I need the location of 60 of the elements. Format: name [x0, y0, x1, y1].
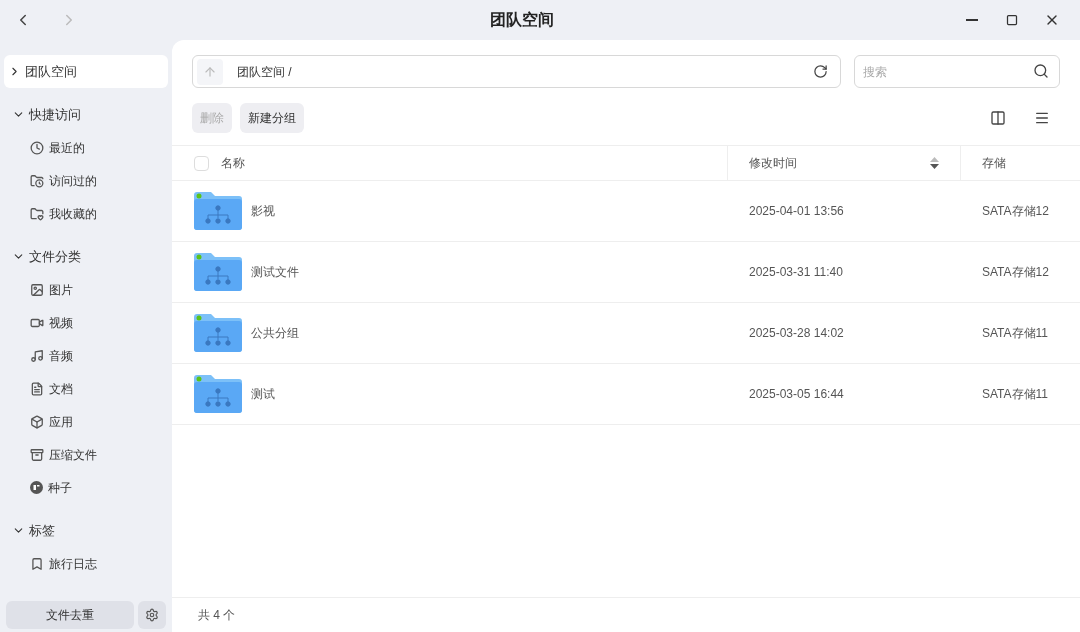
sort-icon[interactable] [930, 157, 939, 169]
storage-name: SATA存储11 [982, 386, 1049, 403]
column-header[interactable]: 存储 [982, 154, 1059, 172]
tag-icon [30, 556, 44, 571]
sidebar-item[interactable]: 我收藏的 [4, 197, 168, 230]
folder-name: 公共分组 [251, 325, 299, 342]
maximize-icon [1006, 14, 1018, 26]
dedupe-button[interactable]: 文件去重 [6, 601, 134, 629]
sidebar-item[interactable]: 团队空间 [4, 55, 168, 88]
sidebar-item[interactable]: 旅行日志 [4, 547, 168, 580]
table-row[interactable]: 公共分组 2025-03-28 14:02 SATA存储11 [172, 303, 1080, 364]
list-view-icon[interactable] [1034, 110, 1050, 126]
visited-icon [30, 173, 44, 188]
path-text: 团队空间 / [237, 63, 293, 81]
table-row[interactable]: 测试文件 2025-03-31 11:40 SATA存储12 [172, 242, 1080, 303]
sidebar-section-header[interactable]: 快捷访问 [4, 98, 168, 131]
column-header[interactable]: 修改时间 [749, 154, 930, 172]
sidebar-item[interactable]: 应用 [4, 405, 168, 438]
item-count: 共 4 个 [198, 607, 236, 624]
toolbar-button[interactable]: 新建分组 [240, 103, 304, 133]
select-all-checkbox[interactable] [194, 155, 209, 171]
folder-name: 测试 [251, 386, 275, 403]
column-view-icon[interactable] [990, 110, 1006, 126]
settings-icon [145, 608, 159, 622]
modified-time: 2025-03-05 16:44 [749, 386, 844, 403]
image-icon [30, 282, 44, 297]
archive-icon [30, 447, 44, 462]
app-icon [30, 414, 44, 429]
sidebar-item[interactable]: 图片 [4, 273, 168, 306]
window-title: 团队空间 [490, 10, 554, 30]
refresh-icon[interactable] [813, 64, 828, 79]
sidebar-item[interactable]: 压缩文件 [4, 438, 168, 471]
document-icon [30, 381, 44, 396]
settings-button[interactable] [138, 601, 166, 629]
sidebar-item[interactable]: 种子 [4, 471, 168, 504]
modified-time: 2025-03-31 11:40 [749, 264, 843, 281]
recent-icon [30, 140, 44, 155]
favorites-icon [30, 206, 44, 221]
modified-time: 2025-03-28 14:02 [749, 325, 844, 342]
sidebar-item[interactable]: 访问过的 [4, 164, 168, 197]
search-field[interactable]: 搜索 [854, 55, 1060, 88]
sidebar-item[interactable]: 文档 [4, 372, 168, 405]
sidebar-section-header[interactable]: 文件分类 [4, 240, 168, 273]
sidebar-item[interactable]: 最近的 [4, 131, 168, 164]
storage-name: SATA存储12 [982, 203, 1049, 220]
folder-name: 测试文件 [251, 264, 299, 281]
modified-time: 2025-04-01 13:56 [749, 203, 844, 220]
storage-name: SATA存储12 [982, 264, 1049, 281]
search-icon[interactable] [1033, 63, 1049, 79]
audio-icon [30, 348, 44, 363]
sidebar-item[interactable]: 视频 [4, 306, 168, 339]
minimize-icon [966, 19, 978, 21]
column-header[interactable]: 名称 [221, 154, 245, 172]
sidebar-section-header[interactable]: 标签 [4, 514, 168, 547]
table-row[interactable]: 测试 2025-03-05 16:44 SATA存储11 [172, 364, 1080, 425]
sidebar-item[interactable]: 音频 [4, 339, 168, 372]
folder-name: 影视 [251, 203, 275, 220]
path-bar[interactable]: 团队空间 / [192, 55, 841, 88]
storage-name: SATA存储11 [982, 325, 1049, 342]
table-row[interactable]: 影视 2025-04-01 13:56 SATA存储12 [172, 181, 1080, 242]
